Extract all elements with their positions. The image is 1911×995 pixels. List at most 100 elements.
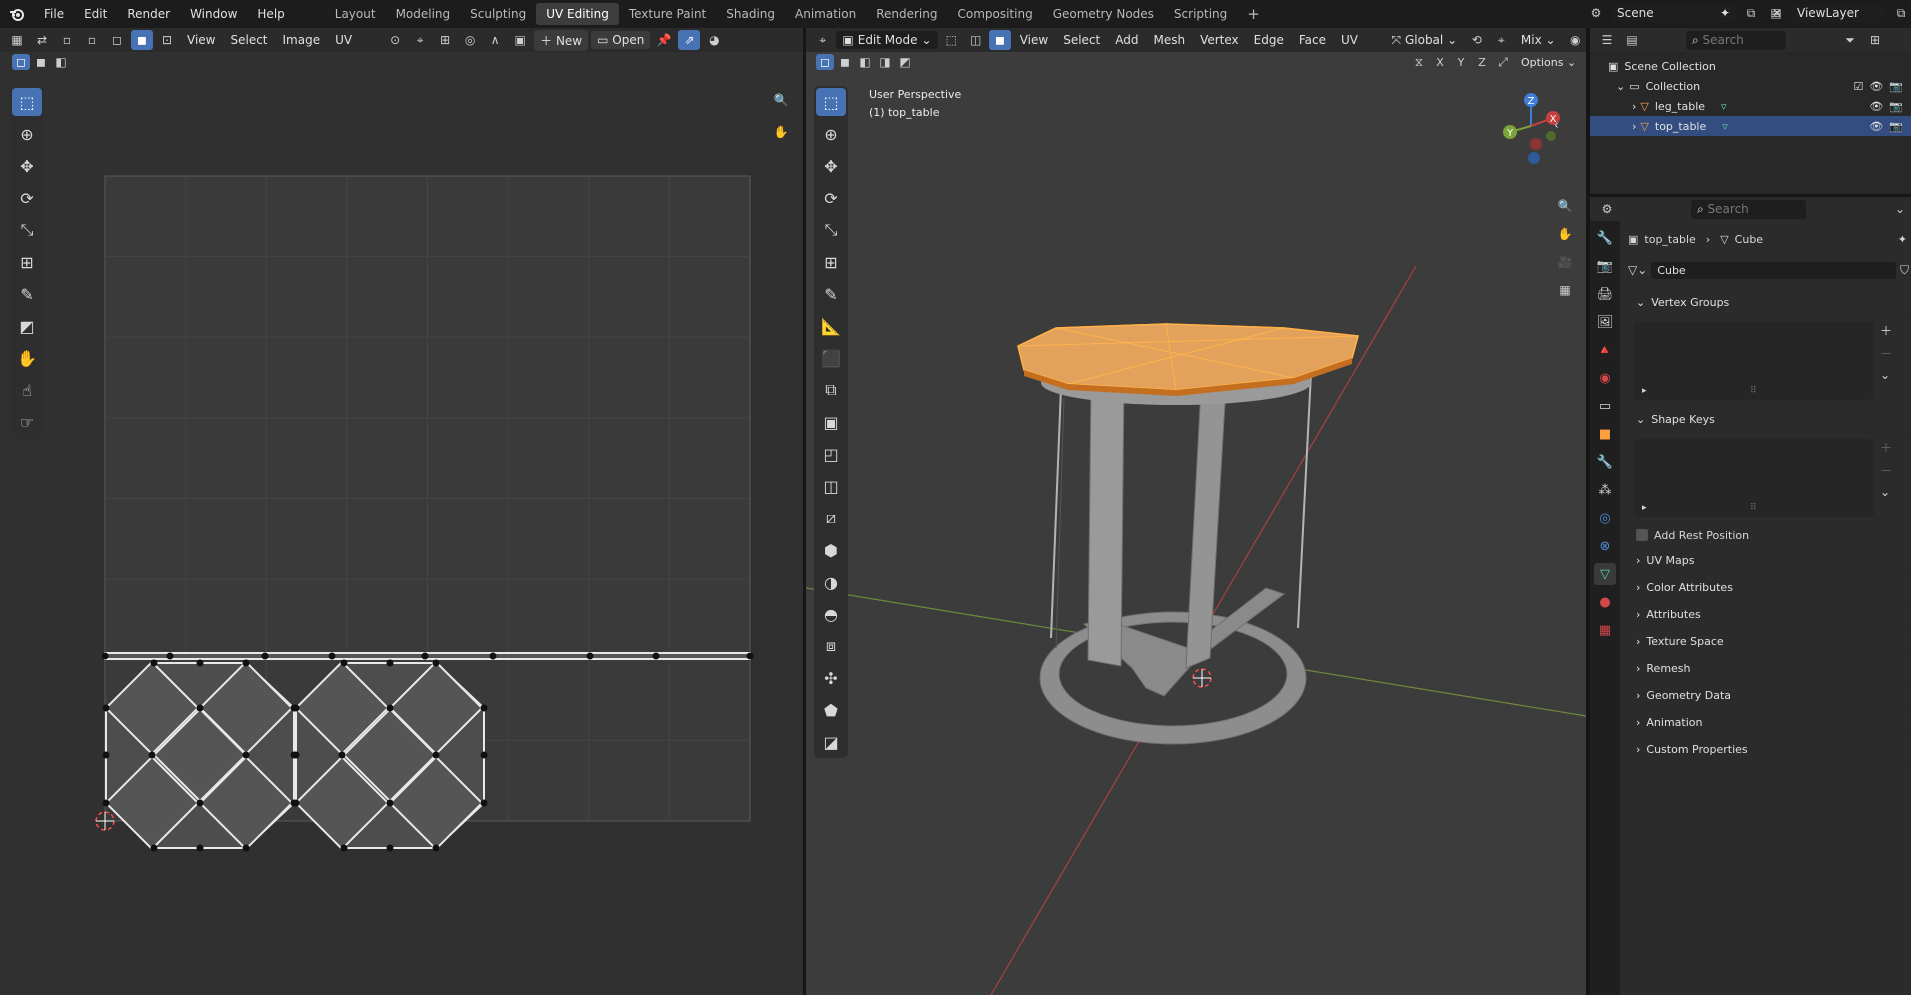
tab-uv-editing[interactable]: UV Editing — [536, 3, 619, 25]
scene-tab-icon[interactable]: 🔺 — [1594, 339, 1616, 361]
loop-cut-icon[interactable]: ◫ — [816, 472, 846, 500]
collection-tab-icon[interactable]: ▭ — [1594, 395, 1616, 417]
tab-animation[interactable]: Animation — [785, 3, 866, 25]
menu-window[interactable]: Window — [180, 7, 247, 21]
scale-icon[interactable]: ⤡ — [816, 216, 846, 244]
chevron-right-icon[interactable]: › — [1632, 120, 1636, 133]
attributes-panel-header[interactable]: › Attributes — [1628, 601, 1911, 628]
constraints-tab-icon[interactable]: ⊗ — [1594, 535, 1616, 557]
knife-icon[interactable]: ⧄ — [816, 504, 846, 532]
mesh-browse-icon[interactable]: ▽⌄ — [1628, 263, 1647, 277]
remesh-panel-header[interactable]: › Remesh — [1628, 655, 1911, 682]
viewlayer-icon[interactable]: ▤ — [1765, 3, 1787, 23]
select-box-icon[interactable]: ⬚ — [816, 88, 846, 116]
tab-geometry-nodes[interactable]: Geometry Nodes — [1043, 3, 1164, 25]
vertex-groups-list[interactable]: ▸ ⠿ — [1634, 322, 1874, 400]
collection-row[interactable]: ⌄ ▭ Collection ☑ 👁 📷 — [1608, 76, 1911, 96]
outliner-item-top-table[interactable]: › ▽ top_table ▿ 👁 📷 — [1590, 116, 1911, 136]
tool-tab-icon[interactable]: 🔧 — [1594, 227, 1616, 249]
texture-space-panel-header[interactable]: › Texture Space — [1628, 628, 1911, 655]
display-mode-icon[interactable]: ▤ — [1621, 30, 1643, 50]
animation-panel-header[interactable]: › Animation — [1628, 709, 1911, 736]
filter-icon[interactable]: ⏷ — [1839, 30, 1861, 50]
rotate-icon[interactable]: ⟳ — [816, 184, 846, 212]
geometry-data-panel-header[interactable]: › Geometry Data — [1628, 682, 1911, 709]
rip-region-icon[interactable]: ◪ — [816, 728, 846, 756]
render-camera-icon[interactable]: 📷 — [1889, 80, 1903, 93]
collapse-region-icon[interactable]: ‹ — [1554, 118, 1559, 132]
remove-vertex-group-icon[interactable]: － — [1880, 345, 1892, 362]
shear-icon[interactable]: ⬟ — [816, 696, 846, 724]
resize-grip-icon[interactable]: ⠿ — [1750, 503, 1757, 513]
render-tab-icon[interactable]: 📷 — [1594, 255, 1616, 277]
pin-icon[interactable]: ✦ — [1898, 233, 1907, 246]
menu-help[interactable]: Help — [247, 7, 294, 21]
shrink-fatten-icon[interactable]: ✣ — [816, 664, 846, 692]
outliner-search[interactable]: ⌕ Search — [1686, 30, 1786, 50]
add-workspace-button[interactable]: + — [1237, 1, 1270, 27]
scene-icon[interactable]: ⚙ — [1585, 3, 1607, 23]
zoom-icon[interactable]: 🔍 — [1554, 196, 1576, 216]
annotate-icon[interactable]: ✎ — [816, 280, 846, 308]
color-attributes-panel-header[interactable]: › Color Attributes — [1628, 574, 1911, 601]
chevron-down-icon[interactable]: ⌄ — [1616, 80, 1625, 93]
chevron-down-icon[interactable]: ⌄ — [1880, 485, 1892, 499]
extrude-region-icon[interactable]: ⧉ — [816, 376, 846, 404]
physics-tab-icon[interactable]: ◎ — [1594, 507, 1616, 529]
tab-layout[interactable]: Layout — [325, 3, 386, 25]
tab-compositing[interactable]: Compositing — [947, 3, 1042, 25]
shape-keys-list[interactable]: ▸ ⠿ — [1634, 439, 1874, 517]
pan-hand-icon[interactable]: ✋ — [1554, 224, 1576, 244]
smooth-icon[interactable]: ◓ — [816, 600, 846, 628]
visibility-eye-icon[interactable]: 👁 — [1869, 120, 1883, 133]
checkbox-icon[interactable] — [1636, 529, 1648, 541]
uv-maps-panel-header[interactable]: › UV Maps — [1628, 547, 1911, 574]
scene-collection-row[interactable]: ▣ Scene Collection — [1608, 56, 1911, 76]
modifier-tab-icon[interactable]: 🔧 — [1594, 451, 1616, 473]
camera-view-icon[interactable]: 🎥 — [1554, 252, 1576, 272]
cursor-icon[interactable]: ⊕ — [816, 120, 846, 148]
remove-shape-key-icon[interactable]: － — [1880, 462, 1892, 479]
viewlayer-field[interactable]: ViewLayer — [1791, 4, 1886, 22]
blender-logo-icon[interactable] — [6, 4, 28, 24]
render-camera-icon[interactable]: 📷 — [1889, 100, 1903, 113]
viewport-scene[interactable] — [806, 28, 1586, 995]
particles-tab-icon[interactable]: ⁂ — [1594, 479, 1616, 501]
transform-icon[interactable]: ⊞ — [816, 248, 846, 276]
properties-search[interactable]: ⌕ Search — [1691, 199, 1806, 219]
tab-texture-paint[interactable]: Texture Paint — [619, 3, 716, 25]
add-vertex-group-icon[interactable]: ＋ — [1880, 322, 1892, 339]
texture-tab-icon[interactable]: ▦ — [1594, 619, 1616, 641]
vertex-groups-panel-header[interactable]: ⌄ Vertex Groups — [1628, 289, 1911, 316]
bevel-icon[interactable]: ◰ — [816, 440, 846, 468]
output-tab-icon[interactable]: 🖨 — [1594, 283, 1616, 305]
resize-grip-icon[interactable]: ⠿ — [1750, 386, 1757, 396]
world-tab-icon[interactable]: ◉ — [1594, 367, 1616, 389]
tab-modeling[interactable]: Modeling — [386, 3, 461, 25]
material-tab-icon[interactable]: ● — [1594, 591, 1616, 613]
add-shape-key-icon[interactable]: ＋ — [1880, 439, 1892, 456]
properties-editor-type-icon[interactable]: ⚙ — [1596, 199, 1618, 219]
scene-field[interactable]: Scene ✦ — [1611, 4, 1736, 22]
menu-file[interactable]: File — [34, 7, 74, 21]
spin-icon[interactable]: ◑ — [816, 568, 846, 596]
play-icon[interactable]: ▸ — [1642, 503, 1647, 513]
tab-shading[interactable]: Shading — [716, 3, 785, 25]
edge-slide-icon[interactable]: ⧈ — [816, 632, 846, 660]
ortho-toggle-icon[interactable]: ▦ — [1554, 280, 1576, 300]
tab-scripting[interactable]: Scripting — [1164, 3, 1237, 25]
view-layer-tab-icon[interactable]: 🖼 — [1594, 311, 1616, 333]
visibility-eye-icon[interactable]: 👁 — [1869, 100, 1883, 113]
visibility-eye-icon[interactable]: 👁 — [1869, 80, 1883, 93]
play-icon[interactable]: ▸ — [1642, 386, 1647, 396]
chevron-right-icon[interactable]: › — [1632, 100, 1636, 113]
new-collection-icon[interactable]: ⊞ — [1864, 30, 1886, 50]
menu-render[interactable]: Render — [117, 7, 180, 21]
move-icon[interactable]: ✥ — [816, 152, 846, 180]
outliner-item-leg-table[interactable]: › ▽ leg_table ▿ 👁 📷 — [1608, 96, 1911, 116]
checkbox-icon[interactable]: ☑ — [1853, 80, 1863, 93]
uv-canvas[interactable] — [0, 28, 803, 995]
mesh-name-field[interactable]: Cube — [1651, 261, 1896, 279]
add-rest-position-row[interactable]: Add Rest Position — [1628, 523, 1911, 547]
outliner-editor-type-icon[interactable]: ☰ — [1596, 30, 1618, 50]
